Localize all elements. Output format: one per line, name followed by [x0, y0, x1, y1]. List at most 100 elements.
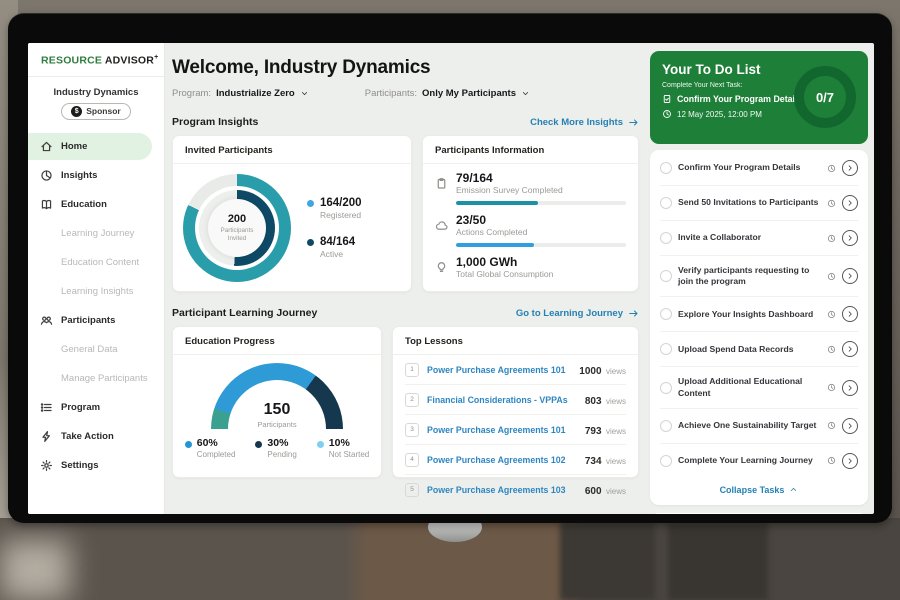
- settings-icon: [40, 459, 53, 472]
- sidebar-item-take-action[interactable]: Take Action: [28, 423, 164, 450]
- todo-progress-ring: 0/7: [794, 66, 856, 128]
- filter-program[interactable]: Program: Industrialize Zero: [172, 88, 309, 99]
- chevron-right-icon: [846, 234, 854, 242]
- sidebar-item-learning-insights[interactable]: Learning Insights: [28, 278, 164, 305]
- filter-label: Program:: [172, 88, 211, 99]
- lesson-rank-badge: 5: [405, 483, 419, 497]
- sidebar-item-label: Learning Journey: [61, 228, 134, 239]
- recent-news-card: Recent News: [650, 513, 868, 514]
- filter-participants[interactable]: Participants: Only My Participants: [365, 88, 530, 99]
- card-title: Education Progress: [173, 327, 381, 355]
- todo-task-list-card: Confirm Your Program Details Send 50 Inv…: [650, 150, 868, 505]
- clock-icon: [827, 164, 836, 173]
- task-invite-a-collaborator[interactable]: Invite a Collaborator: [660, 221, 858, 256]
- task-checkbox[interactable]: [660, 162, 672, 174]
- clock-icon: [827, 234, 836, 243]
- sidebar-item-participants[interactable]: Participants: [28, 307, 164, 334]
- task-checkbox[interactable]: [660, 232, 672, 244]
- lesson-link[interactable]: Power Purchase Agreements 101: [427, 365, 571, 375]
- background-light-patch: [0, 540, 70, 600]
- task-checkbox[interactable]: [660, 343, 672, 355]
- sidebar-item-label: Take Action: [61, 431, 114, 442]
- sidebar-item-education-content[interactable]: Education Content: [28, 249, 164, 276]
- task-upload-spend-data-records[interactable]: Upload Spend Data Records: [660, 332, 858, 367]
- task-label: Confirm Your Program Details: [678, 162, 821, 173]
- chevron-right-icon: [846, 199, 854, 207]
- sidebar-item-label: Manage Participants: [61, 373, 148, 384]
- sidebar-item-education[interactable]: Education: [28, 191, 164, 218]
- metric-progress-bar: [456, 201, 626, 205]
- task-open-button[interactable]: [842, 306, 858, 322]
- lesson-row: 3 Power Purchase Agreements 101 793 view…: [405, 415, 626, 445]
- check-more-insights-link[interactable]: Check More Insights: [530, 117, 639, 128]
- task-upload-additional-educational-content[interactable]: Upload Additional Educational Content: [660, 367, 858, 408]
- lesson-row: 2 Financial Considerations - VPPAs 803 v…: [405, 385, 626, 415]
- sidebar-item-insights[interactable]: Insights: [28, 162, 164, 189]
- legend-dot: [255, 441, 262, 448]
- clock-icon: [827, 272, 836, 281]
- lesson-link[interactable]: Financial Considerations - VPPAs: [427, 395, 577, 405]
- sidebar-item-manage-participants[interactable]: Manage Participants: [28, 365, 164, 392]
- lesson-views: 600 views: [585, 481, 626, 499]
- sidebar-item-learning-journey[interactable]: Learning Journey: [28, 220, 164, 247]
- clock-icon: [827, 345, 836, 354]
- go-to-learning-journey-link[interactable]: Go to Learning Journey: [516, 308, 639, 319]
- lesson-views: 734 views: [585, 451, 626, 469]
- clock-icon: [827, 421, 836, 430]
- task-verify-participants-requesting-to-join-the-program[interactable]: Verify participants requesting to join t…: [660, 256, 858, 297]
- sidebar-divider: [28, 76, 164, 77]
- sidebar-item-general-data[interactable]: General Data: [28, 336, 164, 363]
- card-title: Participants Information: [423, 136, 638, 164]
- info-metric: 1,000 GWh Total Global Consumption: [435, 255, 626, 279]
- todo-progress-value: 0/7: [816, 90, 834, 105]
- task-send-50-invitations-to-participants[interactable]: Send 50 Invitations to Participants: [660, 186, 858, 221]
- task-open-button[interactable]: [842, 160, 858, 176]
- dashboard-screen: RESOURCE ADVISOR+ Industry Dynamics $ Sp…: [28, 43, 874, 514]
- task-complete-your-learning-journey[interactable]: Complete Your Learning Journey: [660, 444, 858, 478]
- sidebar-item-home[interactable]: Home: [28, 133, 152, 160]
- top-lessons-card: Top Lessons 1 Power Purchase Agreements …: [392, 326, 639, 478]
- task-checkbox[interactable]: [660, 382, 672, 394]
- todo-summary-card: Your To Do List Complete Your Next Task:…: [650, 51, 868, 144]
- task-open-button[interactable]: [842, 453, 858, 469]
- task-label: Verify participants requesting to join t…: [678, 265, 821, 287]
- task-checkbox[interactable]: [660, 420, 672, 432]
- program-icon: [40, 401, 53, 414]
- sponsor-badge-label: Sponsor: [86, 106, 120, 116]
- task-achieve-one-sustainability-target[interactable]: Achieve One Sustainability Target: [660, 409, 858, 444]
- task-open-button[interactable]: [842, 341, 858, 357]
- sidebar-item-label: Learning Insights: [61, 286, 133, 297]
- donut-center-label: Participants Invited: [215, 227, 259, 243]
- legend-value: 164/200: [320, 197, 362, 209]
- lesson-rank-badge: 1: [405, 363, 419, 377]
- task-checkbox[interactable]: [660, 270, 672, 282]
- energy-icon: [435, 261, 448, 274]
- legend-label: Pending: [267, 450, 296, 459]
- invited-participants-card: Invited Participants 200 Participants In…: [172, 135, 412, 292]
- caret-down-icon: [521, 89, 530, 98]
- sidebar-item-label: General Data: [61, 344, 118, 355]
- task-label: Explore Your Insights Dashboard: [678, 309, 821, 320]
- sidebar-item-program[interactable]: Program: [28, 394, 164, 421]
- logo-secondary: ADVISOR: [105, 55, 154, 67]
- task-checkbox[interactable]: [660, 197, 672, 209]
- task-checkbox[interactable]: [660, 455, 672, 467]
- sidebar-item-settings[interactable]: Settings: [28, 452, 164, 479]
- lesson-link[interactable]: Power Purchase Agreements 103: [427, 485, 577, 495]
- monitor-bezel: RESOURCE ADVISOR+ Industry Dynamics $ Sp…: [8, 13, 892, 523]
- insights-icon: [40, 169, 53, 182]
- task-explore-your-insights-dashboard[interactable]: Explore Your Insights Dashboard: [660, 297, 858, 332]
- task-checkbox[interactable]: [660, 308, 672, 320]
- invited-donut-chart: 200 Participants Invited: [183, 174, 291, 282]
- task-open-button[interactable]: [842, 195, 858, 211]
- task-confirm-your-program-details[interactable]: Confirm Your Program Details: [660, 151, 858, 186]
- lesson-link[interactable]: Power Purchase Agreements 101: [427, 425, 577, 435]
- task-open-button[interactable]: [842, 380, 858, 396]
- task-open-button[interactable]: [842, 418, 858, 434]
- lesson-link[interactable]: Power Purchase Agreements 102: [427, 455, 577, 465]
- chevron-right-icon: [846, 422, 854, 430]
- task-open-button[interactable]: [842, 230, 858, 246]
- collapse-tasks-link[interactable]: Collapse Tasks: [660, 478, 858, 501]
- task-open-button[interactable]: [842, 268, 858, 284]
- take-action-icon: [40, 430, 53, 443]
